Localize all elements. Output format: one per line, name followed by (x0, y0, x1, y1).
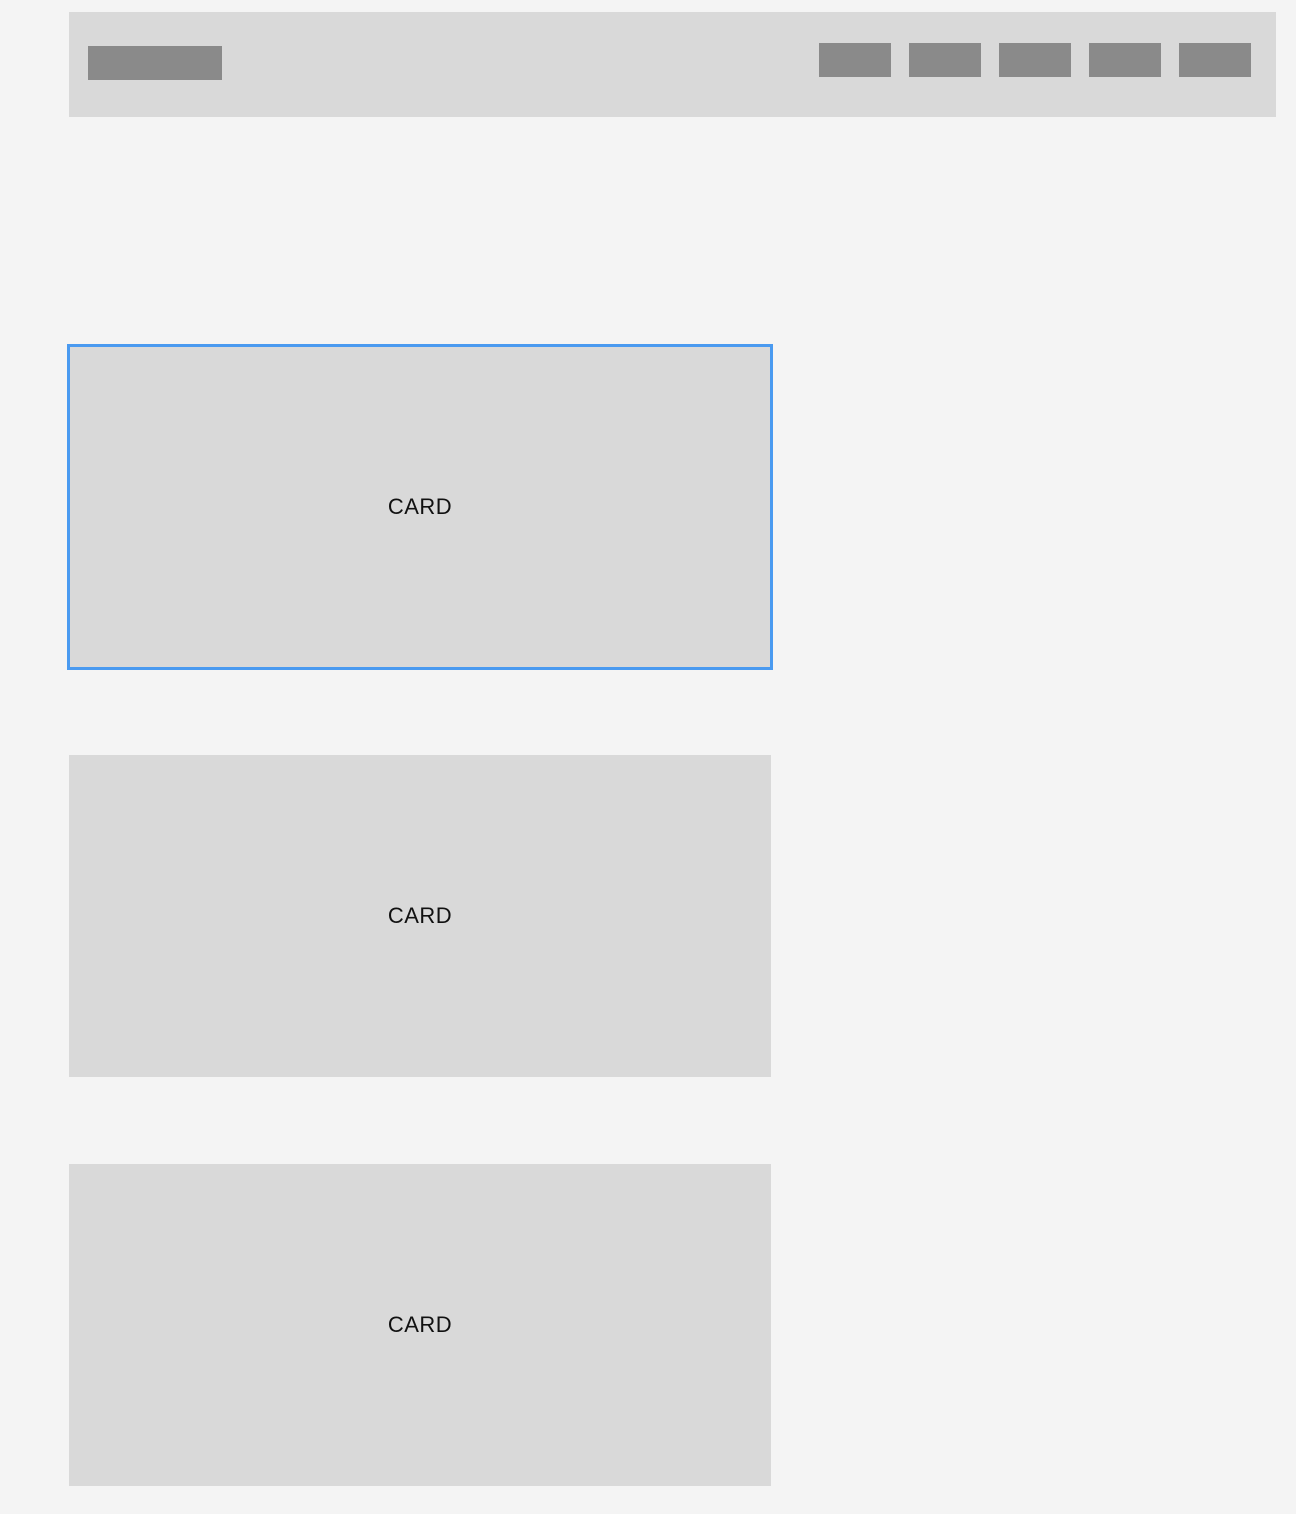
nav-item-2[interactable] (909, 43, 981, 77)
card-list: CARD CARD CARD (67, 344, 773, 1486)
nav-item-1[interactable] (819, 43, 891, 77)
card-3[interactable]: CARD (69, 1164, 771, 1486)
card-label: CARD (387, 494, 453, 519)
nav-bar (819, 43, 1251, 77)
nav-item-3[interactable] (999, 43, 1071, 77)
header-bar (69, 12, 1276, 117)
card-2[interactable]: CARD (69, 755, 771, 1077)
card-label: CARD (387, 903, 453, 928)
nav-item-4[interactable] (1089, 43, 1161, 77)
card-1[interactable]: CARD (67, 344, 773, 670)
card-label: CARD (387, 1312, 453, 1337)
logo-placeholder[interactable] (88, 46, 222, 80)
nav-item-5[interactable] (1179, 43, 1251, 77)
